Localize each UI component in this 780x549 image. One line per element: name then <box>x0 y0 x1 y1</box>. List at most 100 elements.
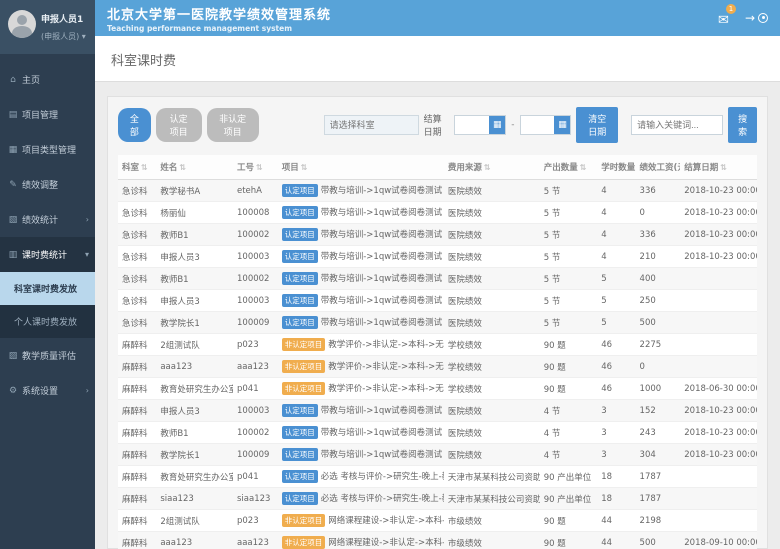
project-name: 教学评价->非认定->本科->无负责人 <box>328 384 444 394</box>
calendar-icon[interactable]: ▦ <box>489 116 505 134</box>
logout-button[interactable]: → <box>745 11 768 25</box>
cell-output-qty: 90 题 <box>540 334 598 356</box>
cell-department: 麻醉科 <box>118 488 156 510</box>
cell-salary: 0 <box>636 356 681 378</box>
col-salary: 绩效工资(元)⇅ <box>636 155 681 180</box>
cell-hours-qty: 5 <box>597 268 635 290</box>
sidebar-item-performance-stats[interactable]: ▧ 绩效统计 › <box>0 202 95 237</box>
cell-name: aaa123 <box>156 532 233 549</box>
cell-output-qty: 5 节 <box>540 312 598 334</box>
project-status-badge: 非认定项目 <box>282 382 326 395</box>
messages-button[interactable]: ✉ 1 <box>718 9 729 28</box>
filter-uncertified-button[interactable]: 非认定项目 <box>207 108 259 142</box>
sidebar-item-label: 系统设置 <box>22 384 58 397</box>
sort-icon[interactable]: ⇅ <box>720 163 727 172</box>
clear-date-button[interactable]: 清空日期 <box>576 107 618 143</box>
sort-icon[interactable]: ⇅ <box>256 163 263 172</box>
table-panel: 全部 认定项目 非认定项目 结算日期 ▦ - ▦ 清空日期 搜索 <box>107 96 768 549</box>
cell-name: aaa123 <box>156 356 233 378</box>
cell-project: 认定项目带教与培训->1qw试卷阅卷测试 <box>278 444 444 466</box>
sort-icon[interactable]: ⇅ <box>179 163 186 172</box>
cell-hours-qty: 46 <box>597 334 635 356</box>
cell-salary: 250 <box>636 290 681 312</box>
cell-project: 认定项目带教与培训->1qw试卷阅卷测试 <box>278 246 444 268</box>
cell-settle-date: 2018-10-23 00:00:00 <box>680 400 757 422</box>
cell-fee-source: 学校绩效 <box>444 356 540 378</box>
search-button[interactable]: 搜索 <box>728 107 757 143</box>
project-status-badge: 认定项目 <box>282 316 318 329</box>
sidebar-item-label: 项目类型管理 <box>22 143 76 156</box>
chevron-down-icon: ▾ <box>85 250 89 259</box>
cell-salary: 1787 <box>636 466 681 488</box>
cell-salary: 1787 <box>636 488 681 510</box>
cell-project: 认定项目带教与培训->1qw试卷阅卷测试 <box>278 268 444 290</box>
project-name: 带教与培训->1qw试卷阅卷测试 <box>321 406 442 416</box>
cell-output-qty: 5 节 <box>540 268 598 290</box>
project-name: 带教与培训->1qw试卷阅卷测试 <box>321 450 442 460</box>
cell-output-qty: 5 节 <box>540 202 598 224</box>
main-area: 北京大学第一医院教学绩效管理系统 Teaching performance ma… <box>95 0 780 549</box>
table-body: 急诊科教学秘书AetehA认定项目带教与培训->1qw试卷阅卷测试医院绩效5 节… <box>118 180 757 549</box>
cell-hours-qty: 18 <box>597 488 635 510</box>
cell-employee-id: 100003 <box>233 246 278 268</box>
sidebar-item-quality-evaluation[interactable]: ▨ 教学质量评估 <box>0 338 95 373</box>
col-settle-date: 结算日期⇅ <box>680 155 757 180</box>
cell-department: 急诊科 <box>118 268 156 290</box>
cell-employee-id: 100003 <box>233 400 278 422</box>
cell-hours-qty: 4 <box>597 180 635 202</box>
document-icon: ▤ <box>8 110 18 120</box>
table-row: 麻醉科aaa123aaa123非认定项目教学评价->非认定->本科->无负责人学… <box>118 356 757 378</box>
cell-project: 认定项目带教与培训->1qw试卷阅卷测试 <box>278 224 444 246</box>
grid-icon: ▦ <box>8 145 18 155</box>
table-row: 麻醉科2组测试队p023非认定项目教学评价->非认定->本科->无负责人学校绩效… <box>118 334 757 356</box>
sidebar-item-project-type[interactable]: ▦ 项目类型管理 <box>0 132 95 167</box>
cell-employee-id: aaa123 <box>233 356 278 378</box>
project-status-badge: 认定项目 <box>282 404 318 417</box>
sort-icon[interactable]: ⇅ <box>580 163 587 172</box>
cell-hours-qty: 3 <box>597 422 635 444</box>
department-select-input[interactable] <box>324 115 419 135</box>
cell-employee-id: 100009 <box>233 444 278 466</box>
cell-output-qty: 4 节 <box>540 422 598 444</box>
sort-icon[interactable]: ⇅ <box>141 163 148 172</box>
cell-project: 认定项目带教与培训->1qw试卷阅卷测试 <box>278 400 444 422</box>
sidebar-subitem-department-fee[interactable]: 科室课时费发放 <box>0 272 95 305</box>
sidebar-item-system-settings[interactable]: ⚙ 系统设置 › <box>0 373 95 408</box>
sidebar-item-performance-adjust[interactable]: ✎ 绩效调整 <box>0 167 95 202</box>
sidebar-subitem-personal-fee[interactable]: 个人课时费发放 <box>0 305 95 338</box>
filter-all-button[interactable]: 全部 <box>118 108 151 142</box>
sidebar-item-label: 绩效统计 <box>22 213 58 226</box>
sort-icon[interactable]: ⇅ <box>301 163 308 172</box>
date-from-input[interactable]: ▦ <box>454 115 506 135</box>
cell-salary: 2275 <box>636 334 681 356</box>
keyword-search-input[interactable] <box>631 115 723 135</box>
cell-department: 麻醉科 <box>118 444 156 466</box>
user-name: 申报人员1 <box>41 12 86 25</box>
filter-certified-button[interactable]: 认定项目 <box>156 108 202 142</box>
col-employee-id: 工号⇅ <box>233 155 278 180</box>
sidebar-item-home[interactable]: ⌂ 主页 <box>0 62 95 97</box>
cell-settle-date: 2018-10-23 00:00:00 <box>680 180 757 202</box>
user-role-dropdown[interactable]: (申报人员) ▾ <box>41 31 86 42</box>
project-status-badge: 认定项目 <box>282 184 318 197</box>
sidebar: 申报人员1 (申报人员) ▾ ⌂ 主页 ▤ 项目管理 ▦ 项目类型管理 ✎ 绩效… <box>0 0 95 549</box>
cell-settle-date <box>680 488 757 510</box>
table-row: 麻醉科申报人员3100003认定项目带教与培训->1qw试卷阅卷测试医院绩效4 … <box>118 400 757 422</box>
cell-project: 认定项目必选 考核与评价->研究生-晚上-教师 <box>278 488 444 510</box>
cell-project: 非认定项目教学评价->非认定->本科->无负责人 <box>278 334 444 356</box>
col-hours-qty: 学时数量⇅ <box>597 155 635 180</box>
sort-icon[interactable]: ⇅ <box>484 163 491 172</box>
project-status-badge: 认定项目 <box>282 492 318 505</box>
cell-salary: 0 <box>636 202 681 224</box>
sidebar-item-class-fee-stats[interactable]: ▥ 课时费统计 ▾ <box>0 237 95 272</box>
cell-name: 2组测试队 <box>156 510 233 532</box>
person-icon <box>758 13 768 23</box>
date-to-input[interactable]: ▦ <box>520 115 572 135</box>
cell-salary: 1000 <box>636 378 681 400</box>
cell-department: 急诊科 <box>118 224 156 246</box>
cell-fee-source: 医院绩效 <box>444 180 540 202</box>
calendar-icon[interactable]: ▦ <box>554 116 570 134</box>
sidebar-item-project-management[interactable]: ▤ 项目管理 <box>0 97 95 132</box>
cell-hours-qty: 46 <box>597 356 635 378</box>
project-name: 必选 考核与评价->研究生-晚上-教师 <box>321 472 444 482</box>
